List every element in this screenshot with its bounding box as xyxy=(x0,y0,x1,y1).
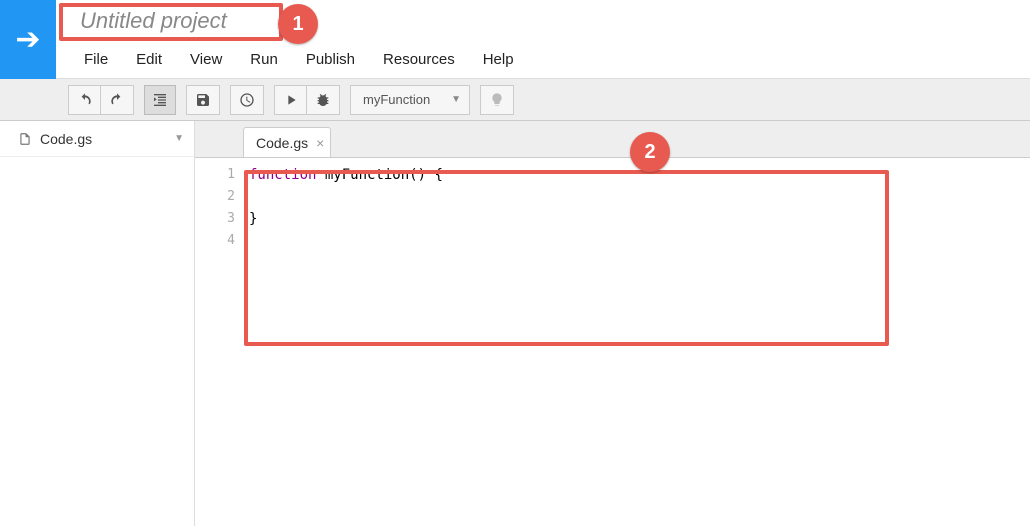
menu-publish[interactable]: Publish xyxy=(292,43,369,76)
line-number: 4 xyxy=(195,230,235,252)
menu-view[interactable]: View xyxy=(176,43,236,76)
bug-icon xyxy=(315,92,331,108)
debug-button[interactable] xyxy=(307,86,339,114)
keyword: function xyxy=(249,167,316,183)
save-button[interactable] xyxy=(187,86,219,114)
title-row: Untitled project xyxy=(56,0,1030,41)
main: Code.gs ▼ Code.gs × 1 2 3 4 function myF… xyxy=(0,121,1030,526)
undo-icon xyxy=(77,92,93,108)
editor-area: Code.gs × 1 2 3 4 function myFunction() … xyxy=(195,121,1030,526)
code-content[interactable]: function myFunction() { } xyxy=(243,158,443,526)
menu-file[interactable]: File xyxy=(70,43,122,76)
chevron-down-icon: ▼ xyxy=(451,94,461,105)
undo-redo-group xyxy=(68,85,134,115)
arrow-right-icon: ➔ xyxy=(15,25,40,55)
code-text: } xyxy=(249,208,443,230)
gutter: 1 2 3 4 xyxy=(195,158,243,526)
menu-resources[interactable]: Resources xyxy=(369,43,469,76)
function-select-label: myFunction xyxy=(363,92,430,107)
project-title[interactable]: Untitled project xyxy=(70,4,237,38)
indent-icon xyxy=(152,92,168,108)
tab-active[interactable]: Code.gs × xyxy=(243,127,331,157)
header: ➔ Untitled project File Edit View Run Pu… xyxy=(0,0,1030,79)
lightbulb-icon xyxy=(489,92,505,108)
file-name: Code.gs xyxy=(40,131,92,147)
file-entry[interactable]: Code.gs ▼ xyxy=(0,121,194,157)
header-right: Untitled project File Edit View Run Publ… xyxy=(56,0,1030,78)
menu-bar: File Edit View Run Publish Resources Hel… xyxy=(56,41,1030,78)
file-icon xyxy=(18,131,32,147)
menu-run[interactable]: Run xyxy=(236,43,292,76)
toolbar: myFunction ▼ xyxy=(0,79,1030,121)
redo-button[interactable] xyxy=(101,86,133,114)
clock-icon xyxy=(239,92,255,108)
undo-button[interactable] xyxy=(69,86,101,114)
line-number: 1 xyxy=(195,164,235,186)
chevron-down-icon[interactable]: ▼ xyxy=(174,133,184,144)
menu-help[interactable]: Help xyxy=(469,43,528,76)
redo-icon xyxy=(109,92,125,108)
line-number: 2 xyxy=(195,186,235,208)
triggers-group xyxy=(230,85,264,115)
logo: ➔ xyxy=(0,0,56,79)
indent-button[interactable] xyxy=(144,85,176,115)
triggers-button[interactable] xyxy=(231,86,263,114)
code-text: myFunction() { xyxy=(316,167,442,183)
line-number: 3 xyxy=(195,208,235,230)
save-group xyxy=(186,85,220,115)
play-icon xyxy=(283,92,299,108)
tab-bar: Code.gs × xyxy=(195,121,1030,157)
hints-button[interactable] xyxy=(480,85,514,115)
save-icon xyxy=(195,92,211,108)
tab-label: Code.gs xyxy=(256,135,308,151)
code-editor[interactable]: 1 2 3 4 function myFunction() { } xyxy=(195,157,1030,526)
run-button[interactable] xyxy=(275,86,307,114)
close-icon[interactable]: × xyxy=(316,135,324,151)
menu-edit[interactable]: Edit xyxy=(122,43,176,76)
sidebar: Code.gs ▼ xyxy=(0,121,195,526)
run-debug-group xyxy=(274,85,340,115)
function-select[interactable]: myFunction ▼ xyxy=(350,85,470,115)
